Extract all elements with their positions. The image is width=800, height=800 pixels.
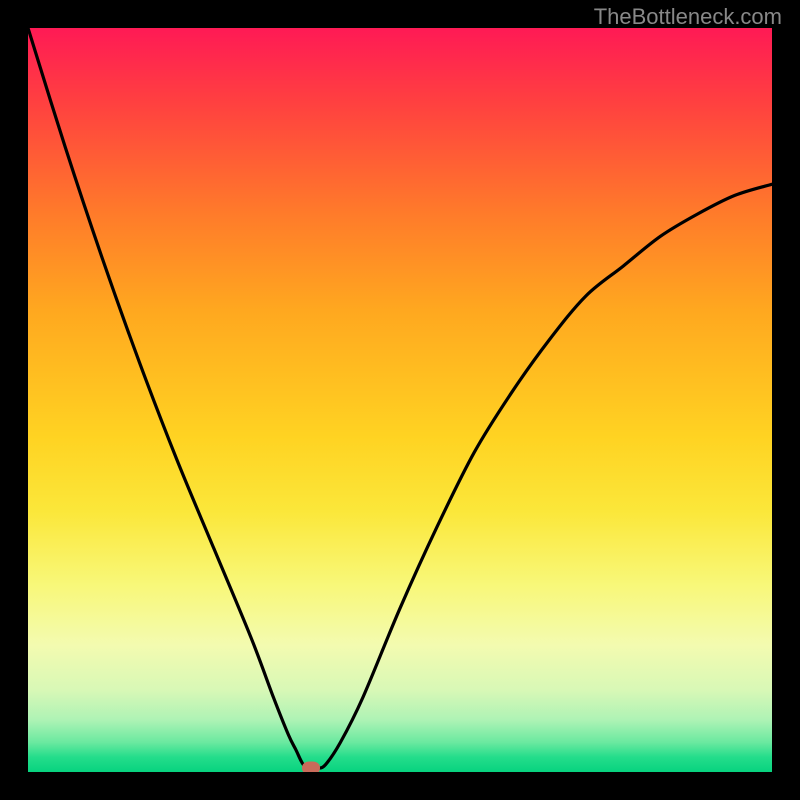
watermark-text: TheBottleneck.com <box>594 4 782 30</box>
chart-frame: TheBottleneck.com <box>0 0 800 800</box>
bottleneck-curve <box>28 28 772 769</box>
plot-area <box>28 28 772 772</box>
optimal-point-marker <box>302 762 320 772</box>
curve-svg <box>28 28 772 772</box>
